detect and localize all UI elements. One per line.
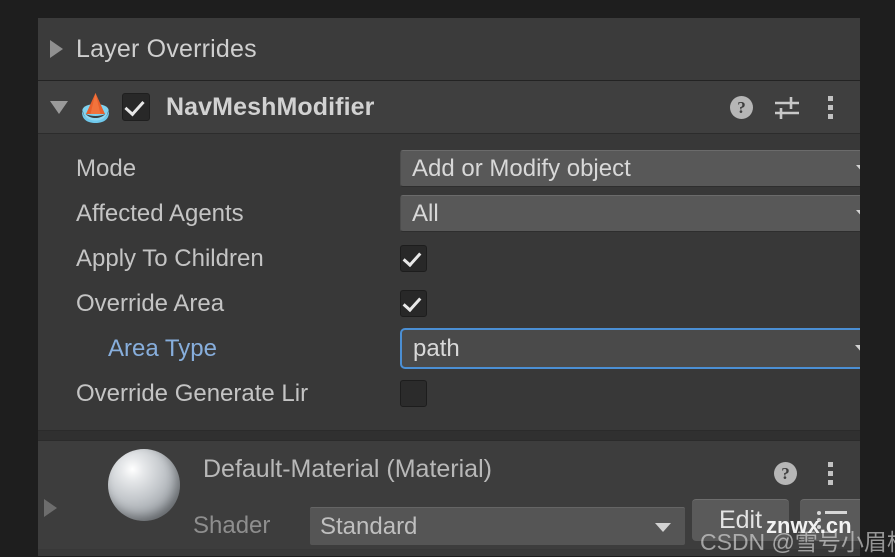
chevron-down-icon bbox=[856, 209, 860, 219]
property-row-apply-to-children: Apply To Children bbox=[38, 236, 860, 281]
help-icon[interactable]: ? bbox=[774, 462, 798, 486]
property-label-apply-to-children: Apply To Children bbox=[76, 244, 264, 272]
navmeshmodifier-header[interactable]: NavMeshModifier ? bbox=[38, 81, 860, 134]
area-type-dropdown[interactable]: path bbox=[400, 328, 860, 369]
shader-row: Shader Standard Edit bbox=[38, 499, 860, 549]
override-generate-links-checkbox[interactable] bbox=[400, 380, 427, 407]
mode-dropdown[interactable]: Add or Modify object bbox=[400, 150, 860, 187]
chevron-down-icon bbox=[856, 164, 860, 174]
shader-dropdown[interactable]: Standard bbox=[310, 507, 685, 545]
kebab-menu-icon[interactable] bbox=[818, 462, 842, 486]
mode-dropdown-value: Add or Modify object bbox=[412, 154, 631, 182]
material-section: Default-Material (Material) ? Shader Sta… bbox=[38, 441, 860, 549]
property-row-override-area: Override Area bbox=[38, 281, 860, 326]
field-area-type: path bbox=[400, 328, 860, 369]
checkmark-icon bbox=[402, 292, 422, 313]
kebab-menu-icon[interactable] bbox=[818, 95, 842, 120]
inspector-panel: Layer Overrides NavMeshModifier ? Mode A… bbox=[38, 18, 860, 556]
material-name: Default-Material (Material) bbox=[203, 455, 492, 483]
section-divider bbox=[38, 430, 860, 441]
property-row-affected-agents: Affected Agents All bbox=[38, 191, 860, 236]
navmesh-modifier-icon bbox=[79, 91, 112, 124]
field-affected-agents: All bbox=[400, 195, 860, 232]
field-apply-to-children bbox=[400, 245, 427, 272]
affected-agents-dropdown[interactable]: All bbox=[400, 195, 860, 232]
render-queue-list-icon bbox=[816, 511, 850, 531]
property-label-area-type: Area Type bbox=[108, 334, 217, 362]
render-queue-button[interactable] bbox=[800, 499, 860, 541]
triangle-down-icon[interactable] bbox=[50, 100, 68, 114]
property-label-override-generate-links: Override Generate Lir bbox=[76, 379, 309, 407]
layer-overrides-foldout[interactable]: Layer Overrides bbox=[38, 18, 860, 81]
triangle-right-icon[interactable] bbox=[50, 40, 63, 58]
shader-dropdown-value: Standard bbox=[320, 512, 418, 540]
help-icon[interactable]: ? bbox=[730, 95, 754, 120]
chevron-down-icon bbox=[855, 344, 860, 354]
property-label-mode: Mode bbox=[76, 154, 137, 182]
layer-overrides-title: Layer Overrides bbox=[76, 34, 257, 63]
preset-settings-icon[interactable] bbox=[774, 96, 799, 120]
material-header-icons: ? bbox=[774, 441, 842, 507]
field-override-generate-links bbox=[400, 380, 427, 407]
area-type-dropdown-value: path bbox=[413, 334, 460, 362]
property-row-mode: Mode Add or Modify object bbox=[38, 146, 860, 191]
component-enabled-checkbox[interactable] bbox=[122, 93, 150, 121]
field-mode: Add or Modify object bbox=[400, 150, 860, 187]
shader-label: Shader bbox=[193, 512, 271, 539]
apply-to-children-checkbox[interactable] bbox=[400, 245, 427, 272]
component-properties: Mode Add or Modify object Affected Agent… bbox=[38, 134, 860, 430]
field-override-area bbox=[400, 290, 427, 317]
property-label-override-area: Override Area bbox=[76, 289, 225, 317]
screenshot-root: Layer Overrides NavMeshModifier ? Mode A… bbox=[0, 0, 895, 556]
chevron-down-icon bbox=[655, 522, 671, 532]
property-row-override-generate-links: Override Generate Lir bbox=[38, 371, 860, 416]
component-title: NavMeshModifier bbox=[166, 92, 375, 121]
override-area-checkbox[interactable] bbox=[400, 290, 427, 317]
property-row-area-type: Area Type path bbox=[38, 326, 860, 371]
component-header-icons: ? bbox=[730, 81, 842, 134]
property-label-affected-agents: Affected Agents bbox=[76, 199, 244, 227]
checkmark-icon bbox=[402, 247, 422, 268]
affected-agents-dropdown-value: All bbox=[412, 199, 439, 227]
edit-button[interactable]: Edit bbox=[692, 499, 789, 541]
checkmark-icon bbox=[124, 95, 145, 117]
